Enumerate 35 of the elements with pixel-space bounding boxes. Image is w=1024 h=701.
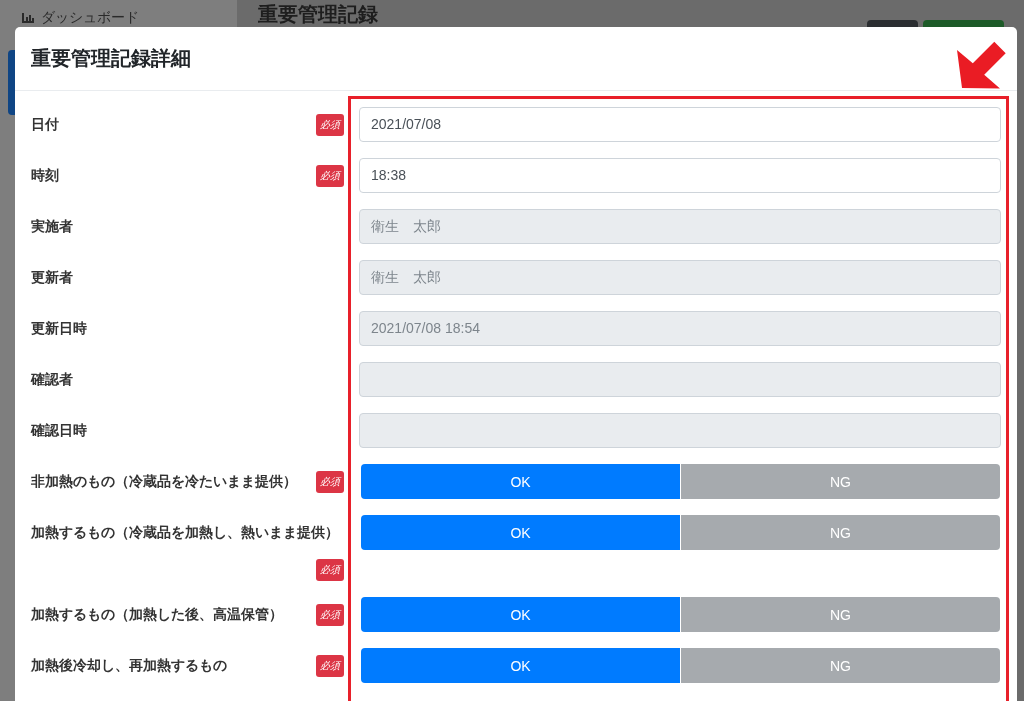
toggle-option[interactable]: NG [681,597,1000,632]
field-label: 日付 [31,115,59,134]
required-badge: 必須 [316,164,344,187]
toggle-option[interactable]: NG [681,464,1000,499]
field-label: 時刻 [31,166,59,185]
toggle-option[interactable]: NG [681,648,1000,683]
field-label: 実施者 [31,217,73,236]
field-label: 加熱するもの（冷蔵品を加熱し、熱いまま提供） [31,523,339,542]
modal-title: 重要管理記録詳細 [31,46,191,71]
required-badge: 必須 [316,113,344,136]
text-field[interactable]: 18:38 [359,158,1001,193]
nav-link[interactable]: ダッシュボード [0,9,139,27]
toggle-option[interactable]: OK [361,597,680,632]
field-label: 更新者 [31,268,73,287]
page-title: 重要管理記録 [258,3,378,25]
text-field[interactable]: 2021/07/08 [359,107,1001,142]
required-badge: 必須 [316,470,344,493]
text-field: 衛生 太郎 [359,260,1001,295]
text-field: 衛生 太郎 [359,209,1001,244]
required-badge: 必須 [316,559,344,581]
field-label: 加熱後冷却し、再加熱するもの [31,656,227,675]
field-label: 更新日時 [31,319,87,338]
field-label: 確認者 [31,370,73,389]
pointer-arrow [955,40,1007,89]
required-badge: 必須 [316,654,344,677]
required-badge: 必須 [316,603,344,626]
field-label: 確認日時 [31,421,87,440]
text-field: 2021/07/08 18:54 [359,311,1001,346]
toggle-option[interactable]: OK [361,648,680,683]
field-label: 非加熱のもの（冷蔵品を冷たいまま提供） [31,472,297,491]
chart-icon [22,13,34,23]
field-label: 加熱するもの（加熱した後、高温保管） [31,605,283,624]
toggle-option[interactable]: OK [361,515,680,550]
toggle-option[interactable]: NG [681,515,1000,550]
toggle-option[interactable]: OK [361,464,680,499]
